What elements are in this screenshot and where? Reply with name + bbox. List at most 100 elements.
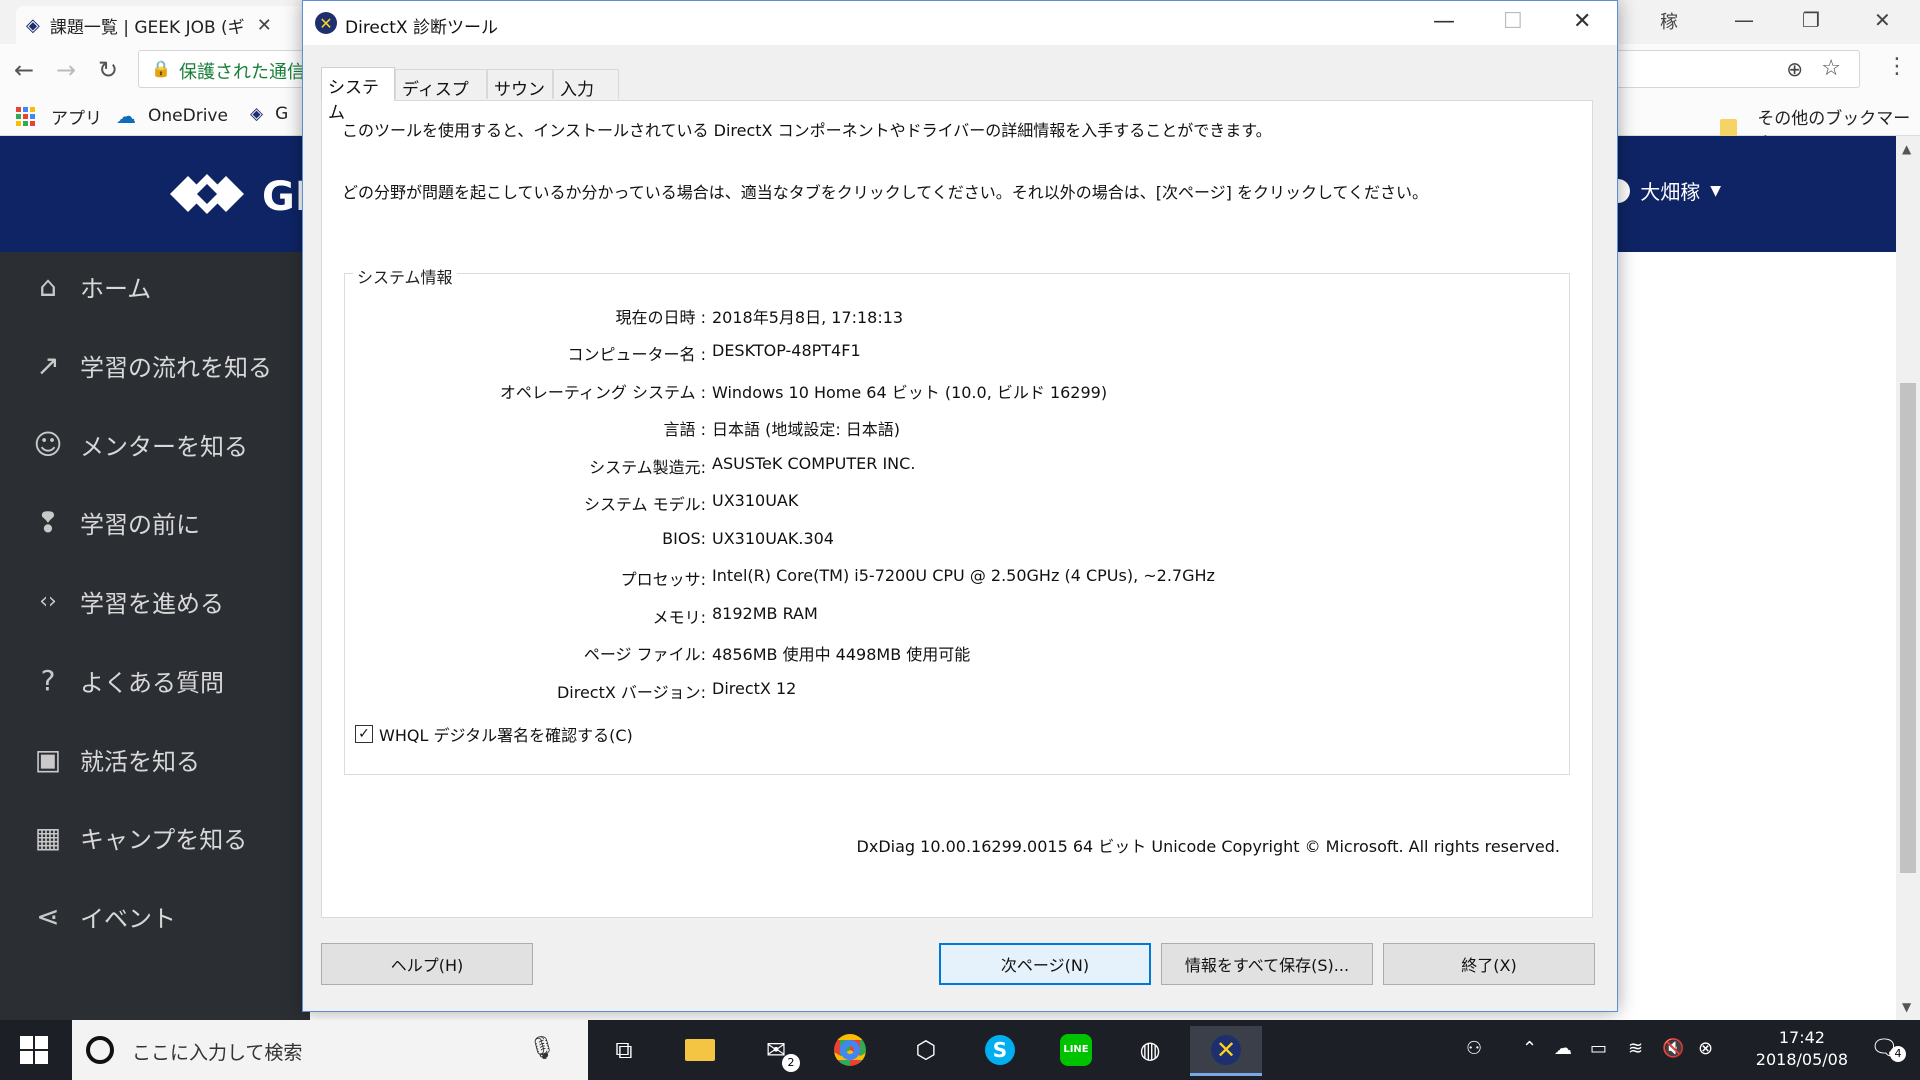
mail-icon[interactable]: ✉ 2 [756, 1030, 800, 1072]
onedrive-tray-icon[interactable]: ☁ [1554, 1038, 1572, 1059]
dialog-minimize-icon[interactable]: — [1433, 9, 1455, 34]
tab-close-icon[interactable]: ✕ [257, 15, 272, 36]
minimize-icon[interactable]: — [1734, 8, 1754, 32]
page-scrollbar[interactable]: ▲ ▼ [1896, 136, 1920, 1020]
dialog-titlebar[interactable]: ✕ DirectX 診断ツール — ☐ ✕ [303, 1, 1617, 45]
apps-grid-icon [16, 107, 35, 126]
tab-title: 課題一覧 | GEEK JOB (ギ [49, 17, 245, 38]
user-menu[interactable]: 大畑稼 ▼ [1606, 176, 1721, 205]
info-value: UX310UAK [712, 491, 799, 510]
browser-tab[interactable]: ◈ 課題一覧 | GEEK JOB (ギ ✕ [16, 6, 306, 44]
code-icon: ‹› [39, 588, 57, 614]
bookmark-onedrive-label: OneDrive [148, 106, 228, 126]
info-row: プロセッサ: Intel(R) Core(TM) i5-7200U CPU @ … [345, 566, 1545, 590]
file-explorer-icon[interactable] [680, 1030, 720, 1070]
diagnostic-app-icon[interactable]: ◍ [1130, 1030, 1170, 1070]
group-label: システム情報 [353, 264, 457, 288]
close-icon[interactable]: ✕ [1874, 8, 1891, 32]
chrome-icon[interactable] [830, 1030, 870, 1070]
info-row: オペレーティング システム : Windows 10 Home 64 ビット (… [345, 379, 1545, 403]
bookmark-star-icon[interactable]: ☆ [1821, 56, 1841, 81]
scroll-up-icon[interactable]: ▲ [1902, 142, 1911, 156]
windows-start-icon[interactable] [20, 1036, 48, 1064]
info-row: コンピューター名 : DESKTOP-48PT4F1 [345, 341, 1545, 365]
scrollbar-thumb[interactable] [1900, 383, 1916, 873]
directx-icon: ✕ [315, 12, 337, 34]
reload-icon[interactable]: ↻ [98, 56, 118, 84]
dialog-close-icon[interactable]: ✕ [1573, 9, 1591, 34]
geek-favicon-icon: ◈ [26, 14, 40, 36]
info-value: 日本語 (地域設定: 日本語) [712, 420, 901, 439]
cortana-icon[interactable] [86, 1036, 114, 1064]
action-center-icon[interactable]: 🗨 4 [1870, 1036, 1906, 1062]
info-row: 言語 : 日本語 (地域設定: 日本語) [345, 416, 1545, 440]
people-icon[interactable]: ⚇ [1466, 1038, 1482, 1059]
line-icon[interactable]: LINE [1056, 1030, 1096, 1070]
sidebar-item-label: イベント [80, 904, 176, 933]
intro-text-1: このツールを使用すると、インストールされている DirectX コンポーネントや… [342, 121, 1272, 140]
sidebar-item-home[interactable]: ⌂ ホーム [30, 268, 151, 304]
info-key: システム製造元: [589, 458, 706, 477]
restore-icon[interactable]: ❐ [1802, 8, 1820, 32]
info-value: Intel(R) Core(TM) i5-7200U CPU @ 2.50GHz… [712, 566, 1215, 585]
clock[interactable]: 17:42 2018/05/08 [1756, 1027, 1848, 1071]
question-icon: ? [40, 663, 56, 697]
building-icon: ▦ [34, 820, 62, 854]
bookmark-apps[interactable]: アプリ [16, 104, 102, 129]
info-row: 現在の日時 : 2018年5月8日, 17:18:13 [345, 304, 1545, 328]
tab-sound[interactable]: サウンド [487, 69, 553, 125]
tab-input[interactable]: 入力 [553, 69, 619, 100]
taskbar-search[interactable]: ここに入力して検索 🎙 [72, 1020, 588, 1080]
sidebar-item-camp[interactable]: ▦ キャンプを知る [30, 819, 248, 855]
bookmark-geek[interactable]: ◈ G [250, 104, 288, 124]
system-info-group: システム情報 現在の日時 : 2018年5月8日, 17:18:13 コンピュー… [344, 264, 1570, 775]
info-value: 4856MB 使用中 4498MB 使用可能 [712, 645, 971, 664]
scroll-down-icon[interactable]: ▼ [1902, 1000, 1911, 1014]
task-view-icon[interactable]: ⧉ [604, 1030, 644, 1070]
tab-system[interactable]: システム [321, 67, 395, 123]
info-value: UX310UAK.304 [712, 529, 834, 548]
notification-badge: 4 [1890, 1046, 1906, 1062]
menu-dots-icon[interactable]: ⋮ [1886, 54, 1908, 79]
volume-muted-icon[interactable]: 🔇 [1662, 1038, 1684, 1059]
info-key: メモリ: [652, 608, 706, 627]
tab-display[interactable]: ディスプレイ [395, 69, 487, 125]
info-key: システム モデル: [584, 495, 706, 514]
wifi-icon[interactable]: ≋ [1628, 1038, 1643, 1059]
info-row: BIOS: UX310UAK.304 [345, 529, 1545, 553]
skype-icon[interactable]: S [980, 1030, 1020, 1070]
sidebar-item-mentor[interactable]: ☺ メンターを知る [30, 426, 248, 462]
sidebar-item-flow[interactable]: ↗ 学習の流れを知る [30, 347, 272, 383]
sidebar-item-before[interactable]: ❢ 学習の前に [30, 504, 200, 540]
info-row: システム製造元: ASUSTeK COMPUTER INC. [345, 454, 1545, 478]
back-icon[interactable]: ← [14, 56, 34, 84]
whql-checkbox[interactable]: ✓ WHQL デジタル署名を確認する(C) [355, 722, 633, 746]
zoom-icon[interactable]: ⊕ [1786, 57, 1803, 81]
browser-user-name[interactable]: 稼 [1660, 8, 1678, 34]
info-key: BIOS: [662, 529, 706, 548]
sidebar-item-event[interactable]: ⋖ イベント [30, 898, 176, 934]
checkmark-icon[interactable]: ✓ [355, 725, 373, 743]
battery-icon[interactable]: ▭ [1590, 1038, 1607, 1059]
status-x-icon[interactable]: ⊗ [1698, 1038, 1713, 1059]
sidebar-item-job[interactable]: ▣ 就活を知る [30, 741, 200, 777]
dialog-maximize-icon[interactable]: ☐ [1503, 9, 1523, 34]
geek-logo-icon[interactable] [170, 168, 244, 220]
directx-taskbar-icon[interactable]: ✕ [1190, 1026, 1262, 1076]
save-all-button[interactable]: 情報をすべて保存(S)... [1161, 943, 1373, 985]
secure-label: 保護された通信 [179, 62, 305, 83]
microphone-icon[interactable]: 🎙 [528, 1036, 556, 1061]
info-value: 8192MB RAM [712, 604, 818, 623]
next-page-button[interactable]: 次ページ(N) [939, 943, 1151, 985]
exit-button[interactable]: 終了(X) [1383, 943, 1595, 985]
chevron-up-icon[interactable]: ⌃ [1522, 1038, 1537, 1059]
caret-down-icon: ▼ [1710, 182, 1721, 199]
package-icon[interactable]: ⬡ [906, 1030, 946, 1070]
info-key: 現在の日時 : [615, 308, 706, 327]
bookmark-onedrive[interactable]: ☁ OneDrive [116, 104, 228, 128]
lock-icon: 🔒 [151, 59, 171, 78]
sidebar-item-learn[interactable]: ‹› 学習を進める [30, 583, 224, 619]
forward-icon[interactable]: → [56, 56, 76, 84]
help-button[interactable]: ヘルプ(H) [321, 943, 533, 985]
sidebar-item-faq[interactable]: ? よくある質問 [30, 662, 224, 698]
